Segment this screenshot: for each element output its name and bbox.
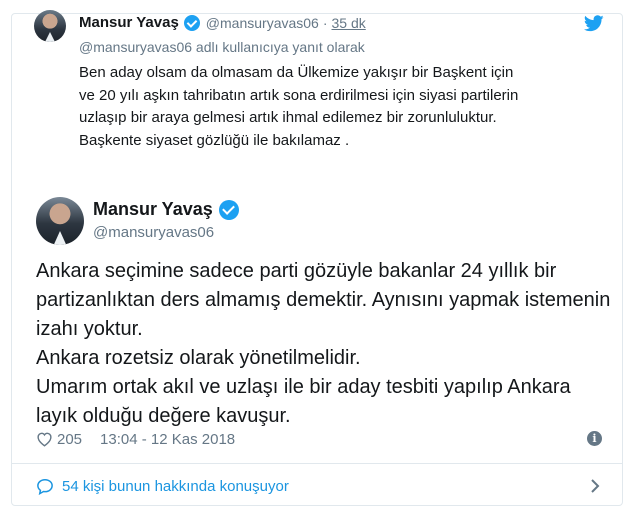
main-author-name[interactable]: Mansur Yavaş <box>93 199 213 220</box>
main-tweet-text: Ankara seçimine sadece parti gözüyle bak… <box>36 257 611 431</box>
conversation-label[interactable]: 54 kişi bunun hakkında konuşuyor <box>62 478 289 495</box>
parent-tweet-text: Ben aday olsam da olmasam da Ülkemize ya… <box>79 62 594 152</box>
main-text-line: partizanlıktan ders almamış demektir. Ay… <box>36 289 611 311</box>
parent-text-line: Başkente siyaset gözlüğü ile bakılamaz . <box>79 131 350 149</box>
tweet-timestamp[interactable]: 13:04 - 12 Kas 2018 <box>100 431 235 448</box>
parent-header: Mansur Yavaş @mansuryavas06 · 35 dk <box>79 14 366 31</box>
verified-badge-icon <box>183 14 200 31</box>
main-avatar[interactable] <box>36 197 84 245</box>
speech-bubble-icon <box>37 478 53 495</box>
chevron-right-icon[interactable] <box>590 478 600 494</box>
main-author-handle[interactable]: @mansuryavas06 <box>93 224 214 241</box>
main-text-line: izahı yoktur. <box>36 318 143 340</box>
main-text-line: Ankara seçimine sadece parti gözüyle bak… <box>36 260 557 282</box>
heart-icon[interactable] <box>36 431 53 447</box>
parent-author-name[interactable]: Mansur Yavaş <box>79 14 179 31</box>
main-text-line: Umarım ortak akıl ve uzlaşı ile bir aday… <box>36 376 571 398</box>
twitter-bird-icon[interactable] <box>584 15 604 32</box>
parent-text-line: ve 20 yılı aşkın tahribatın artık sona e… <box>79 86 519 104</box>
parent-timestamp[interactable]: 35 dk <box>332 15 366 31</box>
footer-divider <box>11 463 623 464</box>
main-text-line: layık olduğu değere kavuşur. <box>36 405 291 427</box>
separator-dot: · <box>322 14 328 31</box>
parent-author-handle[interactable]: @mansuryavas06 <box>206 15 319 31</box>
tweet-meta: 205 13:04 - 12 Kas 2018 i <box>36 428 602 450</box>
main-author-row: Mansur Yavaş <box>93 199 239 220</box>
verified-badge-icon <box>218 199 239 220</box>
parent-text-line: uzlaşıp bir araya gelmesi artık ihmal ed… <box>79 109 497 126</box>
reply-to-label: @mansuryavas06 adlı kullanıcıya yanıt ol… <box>79 39 365 55</box>
parent-text-line: Ben aday olsam da olmasam da Ülkemize ya… <box>79 64 514 81</box>
like-count[interactable]: 205 <box>57 431 82 448</box>
info-icon[interactable]: i <box>587 431 602 446</box>
parent-avatar[interactable] <box>34 10 66 42</box>
conversation-link[interactable]: 54 kişi bunun hakkında konuşuyor <box>36 474 602 498</box>
main-text-line: Ankara rozetsiz olarak yönetilmelidir. <box>36 347 361 369</box>
